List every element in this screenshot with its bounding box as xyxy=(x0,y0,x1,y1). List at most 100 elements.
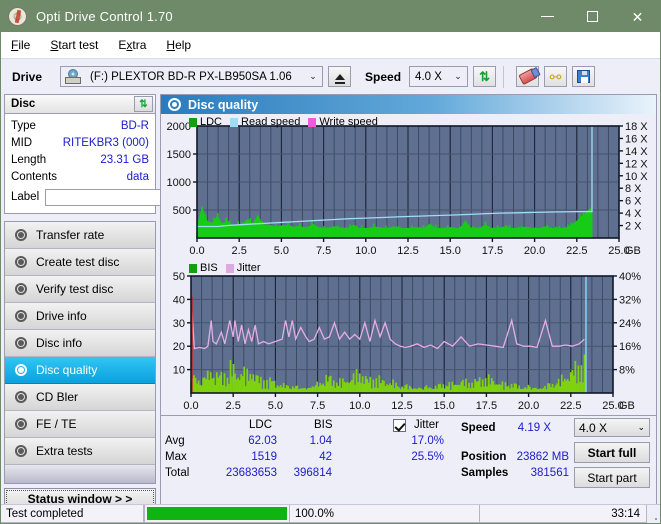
start-full-button[interactable]: Start full xyxy=(574,442,650,463)
menu-item-file[interactable]: FFileile xyxy=(11,38,30,52)
x-axis-label: GB xyxy=(619,400,635,412)
resize-grip[interactable] xyxy=(647,505,660,523)
legend-label: Read speed xyxy=(241,116,301,128)
sidebar-item-fe-te[interactable]: FE / TE xyxy=(5,411,155,438)
save-button[interactable] xyxy=(572,66,596,87)
speed-stat-value: 4.19 X xyxy=(517,422,551,434)
window-title: Opti Drive Control 1.70 xyxy=(36,9,173,24)
sidebar: Disc ⇅ Type BD-R MID RITEKBR3 (000) Leng… xyxy=(1,94,248,509)
menu-item-extra[interactable]: Extra xyxy=(118,38,146,52)
disc-quality-icon xyxy=(168,98,181,111)
stats-row-avg: Avg xyxy=(165,435,185,447)
ldc-chart: 5001000150020002 X4 X6 X8 X10 X12 X14 X1… xyxy=(161,114,655,260)
drive-select[interactable]: (F:) PLEXTOR BD-R PX-LB950SA 1.06 ⌄ xyxy=(60,66,324,87)
x-tick-label: 17.5 xyxy=(476,400,497,412)
sidebar-item-label: Create test disc xyxy=(36,255,120,269)
content-panel: Disc quality LDC Read speed Write speed 50… xyxy=(160,94,657,509)
x-tick-label: 20.0 xyxy=(524,245,545,257)
eraser-icon xyxy=(517,67,538,86)
disc-icon xyxy=(8,7,27,26)
minimize-button[interactable] xyxy=(525,1,570,32)
stats-panel: LDC BIS Jitter Speed 4.19 X Avg 62.03 1.… xyxy=(161,415,656,494)
settings-button[interactable]: ⚯ xyxy=(544,66,568,87)
legend-swatch xyxy=(189,263,197,273)
drive-label: Drive xyxy=(12,69,43,84)
disc-refresh-button[interactable]: ⇅ xyxy=(134,96,153,112)
sidebar-item-drive-info[interactable]: Drive info xyxy=(5,303,155,330)
refresh-button[interactable]: ⇅ xyxy=(473,66,497,87)
x-tick-label: 12.5 xyxy=(391,400,412,412)
sidebar-item-label: CD Bler xyxy=(36,390,79,404)
x-tick-label: 17.5 xyxy=(482,245,503,257)
y2-tick-label: 4 X xyxy=(625,208,642,220)
eject-icon xyxy=(334,73,345,84)
speed-select[interactable]: 4.0 X ⌄ xyxy=(409,66,469,87)
x-tick-label: 5.0 xyxy=(268,400,283,412)
ldc-chart-legend: LDC Read speed Write speed xyxy=(189,116,383,128)
bis-avg-value: 1.04 xyxy=(309,435,332,447)
sidebar-item-disc-info[interactable]: Disc info xyxy=(5,330,155,357)
sidebar-item-label: FE / TE xyxy=(36,417,77,431)
disc-row-length: Length 23.31 GB xyxy=(11,151,149,168)
y2-tick-label: 8 X xyxy=(625,183,642,195)
disc-mid-label: MID xyxy=(11,136,33,149)
stats-col-ldc: LDC xyxy=(249,419,273,431)
y-tick-label: 20 xyxy=(173,341,185,353)
sidebar-item-label: Transfer rate xyxy=(36,228,105,242)
disc-panel-title: Disc xyxy=(11,98,36,110)
bis-total-value: 396814 xyxy=(293,467,332,479)
disc-info-icon xyxy=(14,336,29,350)
y2-tick-label: 18 X xyxy=(625,121,648,133)
erase-button[interactable] xyxy=(516,66,540,87)
chevron-down-icon: ⌄ xyxy=(637,422,645,432)
disc-row-type: Type BD-R xyxy=(11,117,149,134)
disc-panel-header: Disc ⇅ xyxy=(5,95,155,114)
y2-tick-label: 8% xyxy=(619,365,635,377)
cd-bler-icon xyxy=(14,390,29,404)
maximize-button[interactable] xyxy=(570,1,615,32)
menu-item-help[interactable]: Help xyxy=(166,38,191,52)
sidebar-item-disc-quality[interactable]: Disc quality xyxy=(5,357,155,384)
sidebar-item-create-test-disc[interactable]: Create test disc xyxy=(5,249,155,276)
position-stat-value: 23862 MB xyxy=(516,451,569,463)
disc-panel-body: Type BD-R MID RITEKBR3 (000) Length 23.3… xyxy=(5,114,248,213)
start-part-button[interactable]: Start part xyxy=(574,467,650,488)
menu-item-start-test[interactable]: Start test xyxy=(50,38,98,52)
speed-select-value: 4.0 X xyxy=(415,70,442,83)
progress-percent: 100.0% xyxy=(290,505,480,523)
y-tick-label: 2000 xyxy=(167,121,191,133)
sidebar-item-cd-bler[interactable]: CD Bler xyxy=(5,384,155,411)
y2-tick-label: 2 X xyxy=(625,221,642,233)
close-icon[interactable]: ✕ xyxy=(615,1,660,32)
test-speed-value: 4.0 X xyxy=(579,420,608,435)
fe-te-icon xyxy=(14,417,29,431)
legend-swatch xyxy=(308,117,317,127)
y2-tick-label: 40% xyxy=(619,271,641,283)
x-tick-label: 15.0 xyxy=(433,400,454,412)
disc-label-label: Label xyxy=(11,191,40,203)
sidebar-item-transfer-rate[interactable]: Transfer rate xyxy=(5,222,155,249)
drive-select-value: (F:) PLEXTOR BD-R PX-LB950SA 1.06 xyxy=(90,70,292,83)
legend-label: BIS xyxy=(200,262,218,274)
y-tick-label: 40 xyxy=(173,294,185,306)
samples-stat-value: 381561 xyxy=(530,467,569,479)
test-speed-select[interactable]: 4.0 X ⌄ xyxy=(574,418,650,437)
stats-row-total: Total xyxy=(165,467,190,479)
disc-verify-icon xyxy=(14,282,29,296)
sidebar-item-extra-tests[interactable]: Extra tests xyxy=(5,438,155,465)
x-tick-label: 2.5 xyxy=(226,400,241,412)
drive-icon xyxy=(65,69,82,84)
x-tick-label: 22.5 xyxy=(560,400,581,412)
disc-write-icon xyxy=(14,255,29,269)
sidebar-item-verify-test-disc[interactable]: Verify test disc xyxy=(5,276,155,303)
x-tick-label: 7.5 xyxy=(310,400,325,412)
legend-swatch xyxy=(230,117,239,127)
bis-chart-container: BIS Jitter 10 20 30 40 50 8% 16% 24% 32% 40% 0.0 2.5… xyxy=(161,260,656,415)
jitter-checkbox[interactable] xyxy=(393,419,406,432)
eject-button[interactable] xyxy=(328,66,352,87)
speed-label: Speed xyxy=(365,69,402,84)
page-title: Disc quality xyxy=(188,97,259,112)
x-tick-label: 10.0 xyxy=(349,400,370,412)
disc-type-value: BD-R xyxy=(120,119,149,132)
app-window: Opti Drive Control 1.70 ✕ FFileile Start… xyxy=(0,0,661,524)
